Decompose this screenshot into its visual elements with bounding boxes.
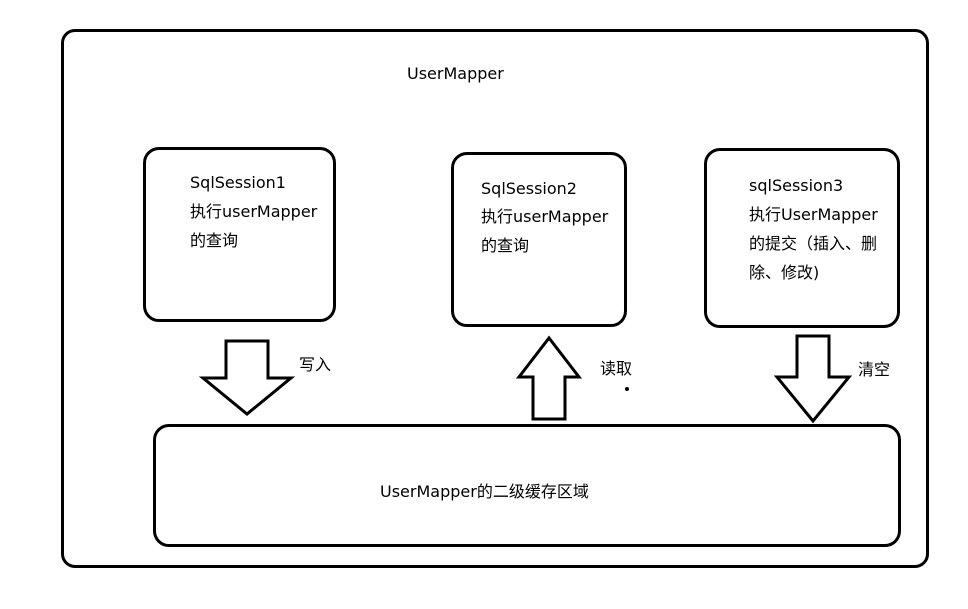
edge-label-clear: 清空 [858,360,891,379]
stray-dot [625,387,629,391]
second-level-cache-label: UserMapper的二级缓存区域 [380,482,589,501]
edge-label-read: 读取 [600,359,633,378]
arrow-write-down [198,339,296,416]
edge-label-write: 写入 [299,355,332,374]
arrow-read-up [515,335,583,421]
arrow-clear-down [773,334,853,424]
